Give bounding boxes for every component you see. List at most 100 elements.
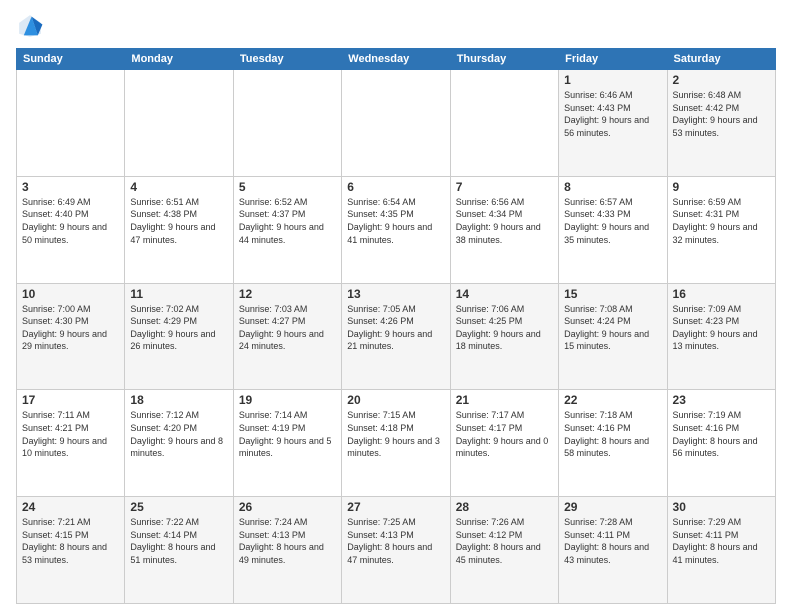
table-row: 19 Sunrise: 7:14 AM Sunset: 4:19 PM Dayli…	[233, 390, 341, 497]
table-row: 10Sunrise: 7:00 AM Sunset: 4:30 PM Dayli…	[17, 283, 125, 390]
day-number: 25	[130, 500, 227, 514]
day-info: Sunrise: 7:19 AM Sunset: 4:16 PM Dayligh…	[673, 409, 770, 459]
day-info: Sunrise: 7:29 AM Sunset: 4:11 PM Dayligh…	[673, 516, 770, 566]
day-number: 28	[456, 500, 553, 514]
day-number: 24	[22, 500, 119, 514]
col-tuesday: Tuesday	[233, 49, 341, 70]
day-number: 8	[564, 180, 661, 194]
col-sunday: Sunday	[17, 49, 125, 70]
day-number: 3	[22, 180, 119, 194]
table-row: 7 Sunrise: 6:56 AM Sunset: 4:34 PM Daylig…	[450, 176, 558, 283]
day-info: Sunrise: 7:15 AM Sunset: 4:18 PM Dayligh…	[347, 409, 444, 459]
table-row: 30Sunrise: 7:29 AM Sunset: 4:11 PM Dayli…	[667, 497, 775, 604]
table-row	[450, 70, 558, 177]
calendar-week-4: 24 Sunrise: 7:21 AM Sunset: 4:15 PM Dayli…	[17, 497, 776, 604]
table-row	[17, 70, 125, 177]
day-number: 9	[673, 180, 770, 194]
table-row: 20 Sunrise: 7:15 AM Sunset: 4:18 PM Dayli…	[342, 390, 450, 497]
col-thursday: Thursday	[450, 49, 558, 70]
calendar-week-2: 10Sunrise: 7:00 AM Sunset: 4:30 PM Dayli…	[17, 283, 776, 390]
day-number: 1	[564, 73, 661, 87]
header	[16, 12, 776, 40]
table-row: 27Sunrise: 7:25 AM Sunset: 4:13 PM Dayli…	[342, 497, 450, 604]
table-row: 21 Sunrise: 7:17 AM Sunset: 4:17 PM Dayli…	[450, 390, 558, 497]
day-number: 16	[673, 287, 770, 301]
header-row: Sunday Monday Tuesday Wednesday Thursday…	[17, 49, 776, 70]
day-number: 20	[347, 393, 444, 407]
table-row: 5 Sunrise: 6:52 AM Sunset: 4:37 PM Daylig…	[233, 176, 341, 283]
day-info: Sunrise: 6:48 AM Sunset: 4:42 PM Dayligh…	[673, 89, 770, 139]
day-number: 5	[239, 180, 336, 194]
day-info: Sunrise: 7:02 AM Sunset: 4:29 PM Dayligh…	[130, 303, 227, 353]
table-row: 13Sunrise: 7:05 AM Sunset: 4:26 PM Dayli…	[342, 283, 450, 390]
table-row: 23 Sunrise: 7:19 AM Sunset: 4:16 PM Dayli…	[667, 390, 775, 497]
day-number: 11	[130, 287, 227, 301]
table-row: 15 Sunrise: 7:08 AM Sunset: 4:24 PM Dayli…	[559, 283, 667, 390]
table-row	[342, 70, 450, 177]
day-info: Sunrise: 6:57 AM Sunset: 4:33 PM Dayligh…	[564, 196, 661, 246]
day-number: 10	[22, 287, 119, 301]
table-row: 28 Sunrise: 7:26 AM Sunset: 4:12 PM Dayli…	[450, 497, 558, 604]
day-info: Sunrise: 7:18 AM Sunset: 4:16 PM Dayligh…	[564, 409, 661, 459]
table-row	[125, 70, 233, 177]
table-row: 24 Sunrise: 7:21 AM Sunset: 4:15 PM Dayli…	[17, 497, 125, 604]
col-monday: Monday	[125, 49, 233, 70]
table-row: 11 Sunrise: 7:02 AM Sunset: 4:29 PM Dayli…	[125, 283, 233, 390]
day-number: 27	[347, 500, 444, 514]
calendar-body: 1 Sunrise: 6:46 AM Sunset: 4:43 PM Daylig…	[17, 70, 776, 604]
calendar-week-1: 3 Sunrise: 6:49 AM Sunset: 4:40 PM Daylig…	[17, 176, 776, 283]
day-info: Sunrise: 7:17 AM Sunset: 4:17 PM Dayligh…	[456, 409, 553, 459]
calendar-week-0: 1 Sunrise: 6:46 AM Sunset: 4:43 PM Daylig…	[17, 70, 776, 177]
col-saturday: Saturday	[667, 49, 775, 70]
table-row: 2 Sunrise: 6:48 AM Sunset: 4:42 PM Daylig…	[667, 70, 775, 177]
table-row: 14Sunrise: 7:06 AM Sunset: 4:25 PM Dayli…	[450, 283, 558, 390]
table-row: 18 Sunrise: 7:12 AM Sunset: 4:20 PM Dayli…	[125, 390, 233, 497]
day-info: Sunrise: 6:59 AM Sunset: 4:31 PM Dayligh…	[673, 196, 770, 246]
day-number: 19	[239, 393, 336, 407]
day-info: Sunrise: 7:14 AM Sunset: 4:19 PM Dayligh…	[239, 409, 336, 459]
day-info: Sunrise: 7:08 AM Sunset: 4:24 PM Dayligh…	[564, 303, 661, 353]
page: Sunday Monday Tuesday Wednesday Thursday…	[0, 0, 792, 612]
day-number: 4	[130, 180, 227, 194]
day-info: Sunrise: 6:54 AM Sunset: 4:35 PM Dayligh…	[347, 196, 444, 246]
day-info: Sunrise: 7:05 AM Sunset: 4:26 PM Dayligh…	[347, 303, 444, 353]
day-info: Sunrise: 7:28 AM Sunset: 4:11 PM Dayligh…	[564, 516, 661, 566]
day-number: 22	[564, 393, 661, 407]
logo-icon	[16, 12, 44, 40]
day-number: 6	[347, 180, 444, 194]
day-info: Sunrise: 6:46 AM Sunset: 4:43 PM Dayligh…	[564, 89, 661, 139]
day-number: 18	[130, 393, 227, 407]
day-info: Sunrise: 6:52 AM Sunset: 4:37 PM Dayligh…	[239, 196, 336, 246]
calendar-week-3: 17Sunrise: 7:11 AM Sunset: 4:21 PM Dayli…	[17, 390, 776, 497]
table-row: 9 Sunrise: 6:59 AM Sunset: 4:31 PM Daylig…	[667, 176, 775, 283]
calendar-header: Sunday Monday Tuesday Wednesday Thursday…	[17, 49, 776, 70]
day-info: Sunrise: 6:51 AM Sunset: 4:38 PM Dayligh…	[130, 196, 227, 246]
table-row: 26 Sunrise: 7:24 AM Sunset: 4:13 PM Dayli…	[233, 497, 341, 604]
day-info: Sunrise: 6:56 AM Sunset: 4:34 PM Dayligh…	[456, 196, 553, 246]
day-number: 21	[456, 393, 553, 407]
table-row: 17Sunrise: 7:11 AM Sunset: 4:21 PM Dayli…	[17, 390, 125, 497]
day-info: Sunrise: 7:12 AM Sunset: 4:20 PM Dayligh…	[130, 409, 227, 459]
day-info: Sunrise: 7:22 AM Sunset: 4:14 PM Dayligh…	[130, 516, 227, 566]
col-wednesday: Wednesday	[342, 49, 450, 70]
day-number: 2	[673, 73, 770, 87]
day-info: Sunrise: 7:06 AM Sunset: 4:25 PM Dayligh…	[456, 303, 553, 353]
col-friday: Friday	[559, 49, 667, 70]
day-info: Sunrise: 7:21 AM Sunset: 4:15 PM Dayligh…	[22, 516, 119, 566]
table-row: 16Sunrise: 7:09 AM Sunset: 4:23 PM Dayli…	[667, 283, 775, 390]
day-info: Sunrise: 7:26 AM Sunset: 4:12 PM Dayligh…	[456, 516, 553, 566]
table-row	[233, 70, 341, 177]
day-number: 15	[564, 287, 661, 301]
day-number: 23	[673, 393, 770, 407]
day-number: 7	[456, 180, 553, 194]
table-row: 8 Sunrise: 6:57 AM Sunset: 4:33 PM Daylig…	[559, 176, 667, 283]
table-row: 6 Sunrise: 6:54 AM Sunset: 4:35 PM Daylig…	[342, 176, 450, 283]
day-number: 17	[22, 393, 119, 407]
table-row: 22 Sunrise: 7:18 AM Sunset: 4:16 PM Dayli…	[559, 390, 667, 497]
day-info: Sunrise: 6:49 AM Sunset: 4:40 PM Dayligh…	[22, 196, 119, 246]
day-info: Sunrise: 7:24 AM Sunset: 4:13 PM Dayligh…	[239, 516, 336, 566]
day-number: 26	[239, 500, 336, 514]
table-row: 12Sunrise: 7:03 AM Sunset: 4:27 PM Dayli…	[233, 283, 341, 390]
table-row: 25 Sunrise: 7:22 AM Sunset: 4:14 PM Dayli…	[125, 497, 233, 604]
table-row: 3 Sunrise: 6:49 AM Sunset: 4:40 PM Daylig…	[17, 176, 125, 283]
